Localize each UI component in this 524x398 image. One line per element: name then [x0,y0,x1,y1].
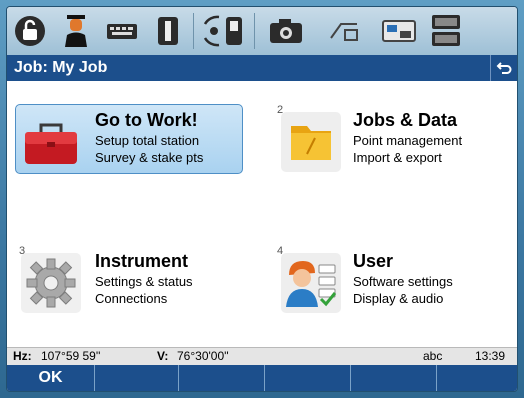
input-mode: abc [423,349,443,363]
tile-line2: Connections [95,291,168,306]
tile-line2: Survey & stake pts [95,150,204,165]
hz-label: Hz: [13,349,32,363]
tile-title: Jobs & Data [353,110,458,130]
tile-title: User [353,251,394,271]
separator [193,13,194,49]
tile-line1: Setup total station [95,133,200,148]
radio-link-icon[interactable] [196,11,252,51]
target-prism-icon[interactable] [373,11,425,51]
tile-line2: Import & export [353,150,442,165]
user-profile-icon[interactable] [53,11,99,51]
gear-icon [21,253,81,313]
menu-item-instrument[interactable]: 3 Instrument Settings & status Connectio… [19,245,243,313]
tile-line1: Settings & status [95,274,193,289]
instrument-icon[interactable] [145,11,191,51]
lock-icon[interactable] [7,11,53,51]
softkey-6[interactable] [437,365,517,391]
ok-button[interactable]: OK [7,365,95,391]
clock: 13:39 [475,349,506,363]
softkey-5[interactable] [351,365,437,391]
keyboard-icon[interactable] [99,11,145,51]
device-frame: Job: My Job Go to Work! Setup total stat… [0,0,524,398]
softkey-3[interactable] [179,365,265,391]
hz-value: 107°59 59'' [41,349,101,363]
folder-icon [281,112,341,172]
battery-icon [425,11,469,51]
measure-mode-icon[interactable] [315,11,373,51]
tile-line1: Point management [353,133,463,148]
softkey-4[interactable] [265,365,351,391]
page-title: Job: My Job [14,59,108,76]
menu-item-jobs-data[interactable]: 2 Jobs & Data Point management Import & … [277,104,513,172]
v-value: 76°30'00'' [177,349,229,363]
softkey-2[interactable] [95,365,179,391]
menu-item-user[interactable]: 4 User Software settings Display & audio [277,245,513,313]
separator [254,13,255,49]
back-arrow-icon[interactable] [490,55,517,81]
status-icon-bar [7,7,517,55]
tile-line2: Display & audio [353,291,444,306]
tile-title: Instrument [95,251,189,271]
tile-title: Go to Work! [95,110,198,130]
tile-line1: Software settings [353,274,453,289]
title-bar: Job: My Job [7,55,517,81]
main-menu: Go to Work! Setup total station Survey &… [7,81,517,347]
toolbox-icon [21,112,81,172]
screen: Job: My Job Go to Work! Setup total stat… [7,7,517,391]
user-settings-icon [281,253,341,313]
camera-icon[interactable] [257,11,315,51]
menu-item-go-to-work[interactable]: Go to Work! Setup total station Survey &… [19,110,243,172]
softkey-bar: OK [7,365,517,391]
status-line: Hz: 107°59 59'' V: 76°30'00'' abc 13:39 [7,347,517,366]
v-label: V: [157,349,169,363]
